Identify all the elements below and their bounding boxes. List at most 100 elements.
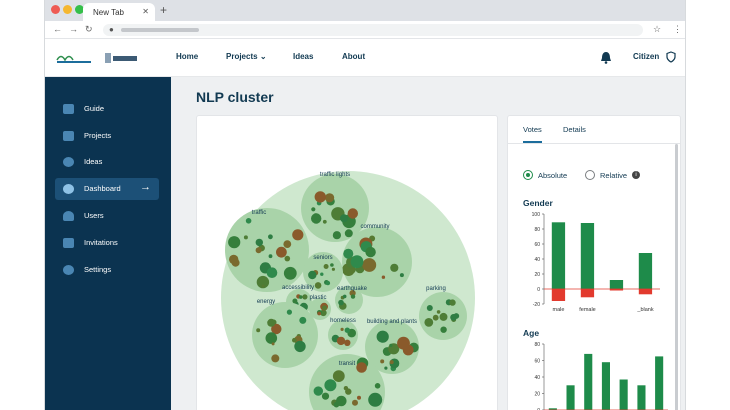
bell-icon[interactable]	[600, 51, 612, 64]
tab-close-icon[interactable]: ✕	[142, 7, 149, 16]
bar[interactable]	[637, 385, 646, 410]
cluster-idea-dot[interactable]	[344, 327, 350, 333]
sidebar-item-settings[interactable]: Settings	[55, 259, 159, 281]
sidebar-item-invitations[interactable]: Invitations	[55, 232, 159, 254]
bar[interactable]	[551, 222, 566, 290]
cluster-idea-dot[interactable]	[261, 284, 265, 288]
cluster-idea-dot[interactable]	[389, 360, 394, 365]
sidebar-item-projects[interactable]: Projects	[55, 125, 159, 147]
cluster-idea-dot[interactable]	[255, 238, 263, 247]
cluster-idea-dot[interactable]	[362, 258, 377, 272]
cluster-idea-dot[interactable]	[332, 231, 341, 240]
sidebar-item-users[interactable]: Users	[55, 205, 159, 227]
cluster-idea-dot[interactable]	[245, 218, 252, 224]
cluster-idea-dot[interactable]	[298, 295, 303, 299]
cluster-idea-dot[interactable]	[332, 370, 345, 382]
cluster-idea-dot[interactable]	[350, 255, 364, 269]
cluster-idea-dot[interactable]	[292, 337, 297, 343]
cluster-idea-dot[interactable]	[450, 314, 457, 321]
new-tab-icon[interactable]: +	[160, 3, 167, 17]
bar[interactable]	[655, 356, 664, 410]
shield-icon[interactable]	[666, 51, 676, 63]
cluster-idea-dot[interactable]	[313, 386, 323, 396]
cluster-idea-dot[interactable]	[324, 379, 337, 392]
cluster-idea-dot[interactable]	[268, 234, 273, 240]
cluster-idea-dot[interactable]	[439, 312, 448, 321]
close-window-dot[interactable]	[51, 5, 60, 14]
cluster-idea-dot[interactable]	[283, 240, 292, 248]
bar[interactable]	[601, 362, 610, 410]
cluster-idea-dot[interactable]	[340, 214, 348, 223]
cluster-idea-dot[interactable]	[440, 326, 447, 333]
bar[interactable]	[580, 223, 595, 289]
info-icon[interactable]: i	[632, 171, 640, 179]
bar[interactable]	[580, 289, 595, 298]
bar[interactable]	[638, 289, 653, 295]
cluster-idea-dot[interactable]	[380, 359, 385, 364]
cluster-idea-dot[interactable]	[271, 354, 280, 363]
cluster-idea-dot[interactable]	[338, 299, 344, 306]
cluster-idea-dot[interactable]	[397, 336, 410, 350]
cluster-idea-dot[interactable]	[229, 254, 239, 265]
cluster-idea-dot[interactable]	[271, 342, 275, 346]
browser-tab[interactable]: New Tab ✕	[83, 3, 155, 21]
cluster-idea-dot[interactable]	[330, 263, 334, 267]
cluster-idea-dot[interactable]	[389, 343, 393, 347]
cluster-idea-dot[interactable]	[344, 339, 351, 346]
cluster-idea-dot[interactable]	[345, 388, 352, 395]
cluster-idea-dot[interactable]	[283, 266, 297, 280]
bar[interactable]	[566, 385, 575, 410]
menu-dots-icon[interactable]: ⋮	[673, 24, 682, 35]
cluster-idea-dot[interactable]	[267, 318, 276, 327]
cluster-idea-dot[interactable]	[243, 235, 248, 240]
bar[interactable]	[638, 253, 653, 289]
cluster-idea-dot[interactable]	[268, 254, 273, 259]
cluster-idea-dot[interactable]	[340, 327, 344, 331]
cluster-idea-dot[interactable]	[322, 219, 327, 224]
bar[interactable]	[619, 379, 628, 410]
nav-ideas[interactable]: Ideas	[293, 52, 313, 61]
cluster-idea-dot[interactable]	[331, 267, 335, 271]
cluster-idea-dot[interactable]	[376, 330, 389, 343]
cluster-idea-dot[interactable]	[323, 264, 329, 269]
cluster-idea-dot[interactable]	[302, 294, 308, 300]
cluster-idea-dot[interactable]	[368, 392, 383, 407]
cluster-idea-dot[interactable]	[424, 318, 434, 327]
url-field[interactable]: ●	[103, 24, 643, 36]
user-name[interactable]: Citizen	[633, 52, 659, 61]
cluster-idea-dot[interactable]	[449, 299, 456, 306]
nlp-cluster-diagram[interactable]: traffic lights traffic community seniors acc…	[197, 116, 499, 410]
sidebar-item-guide[interactable]: Guide	[55, 98, 159, 120]
cluster-idea-dot[interactable]	[432, 314, 439, 321]
cluster-idea-dot[interactable]	[390, 263, 399, 272]
cluster-idea-dot[interactable]	[265, 332, 278, 344]
cluster-idea-dot[interactable]	[292, 229, 304, 241]
cluster-idea-dot[interactable]	[286, 309, 292, 315]
cluster-idea-dot[interactable]	[321, 392, 330, 400]
cluster-idea-dot[interactable]	[336, 336, 346, 346]
bar[interactable]	[551, 289, 566, 301]
cluster-idea-dot[interactable]	[342, 294, 347, 299]
cluster-idea-dot[interactable]	[347, 208, 358, 219]
cluster-idea-dot[interactable]	[344, 229, 353, 238]
nav-projects[interactable]: Projects ⌄	[226, 52, 267, 61]
cluster-idea-dot[interactable]	[325, 193, 335, 203]
cluster-idea-dot[interactable]	[357, 395, 361, 400]
star-icon[interactable]: ☆	[653, 24, 661, 35]
cluster-idea-dot[interactable]	[381, 275, 386, 279]
cluster-idea-dot[interactable]	[384, 366, 388, 370]
cluster-idea-dot[interactable]	[292, 298, 298, 304]
cluster-idea-dot[interactable]	[308, 270, 317, 280]
cluster-idea-dot[interactable]	[314, 191, 326, 203]
cluster-idea-dot[interactable]	[294, 340, 306, 353]
surrey-logo[interactable]	[105, 51, 139, 65]
bar[interactable]	[584, 353, 593, 410]
cluster-idea-dot[interactable]	[314, 282, 322, 289]
bar[interactable]	[609, 280, 624, 289]
cluster-idea-dot[interactable]	[284, 255, 291, 262]
cluster-idea-dot[interactable]	[352, 399, 358, 406]
cluster-idea-dot[interactable]	[228, 236, 241, 249]
back-icon[interactable]: ←	[53, 24, 62, 34]
nav-home[interactable]: Home	[176, 52, 198, 61]
radio-absolute[interactable]	[523, 170, 533, 180]
